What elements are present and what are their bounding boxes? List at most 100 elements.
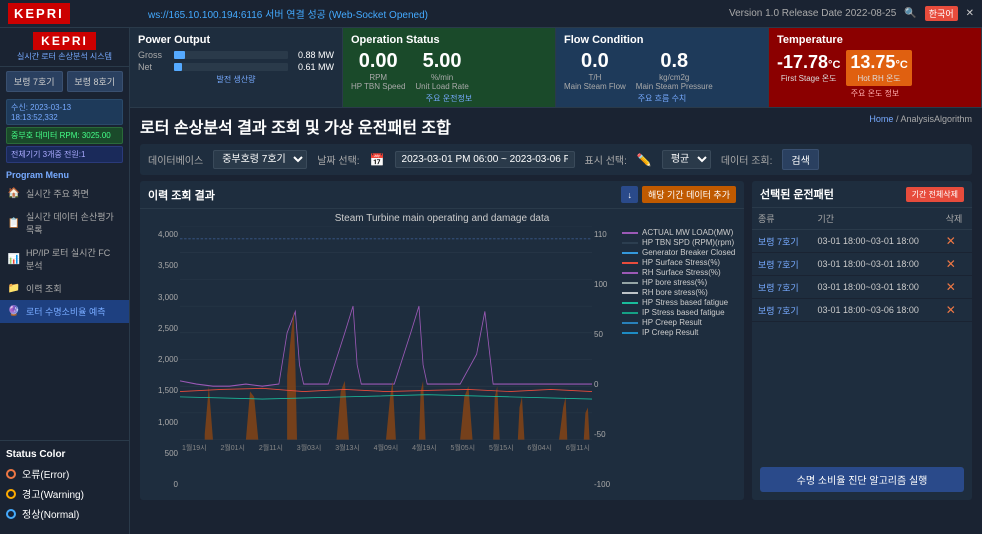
sidebar-logo: KEPRI <box>41 34 88 48</box>
normal-dot <box>6 509 16 519</box>
breadcrumb-home[interactable]: Home <box>869 114 893 124</box>
gross-bar <box>174 51 185 59</box>
device-count-badge[interactable]: 전체기기 3개중 전원:1 <box>6 146 123 163</box>
warning-label: 경고(Warning) <box>22 486 84 501</box>
search-button[interactable]: 검색 <box>782 149 818 170</box>
kepri-logo: KEPRI <box>14 6 64 21</box>
metric-cards: Power Output Gross 0.88 MW Net 0.61 MW 발… <box>130 28 982 108</box>
sidebar-menu-item-2[interactable]: 📊 HP/IP 로터 실시간 FC 분석 <box>0 241 129 277</box>
rpm-value: 0.00 <box>351 50 405 73</box>
flow-link[interactable]: 주요 흐름 수치 <box>564 93 760 104</box>
right-panel-header: 선택된 운전패턴 기간 전체삭제 <box>752 181 972 208</box>
delete-btn-0[interactable]: ✕ <box>946 234 956 248</box>
menu-label-2: HP/IP 로터 실시간 FC 분석 <box>26 246 121 272</box>
page-title: 로터 손상분석 결과 조회 및 가상 운전패턴 조합 <box>140 114 451 138</box>
top-bar: KEPRI ws://165.10.100.194:6116 서버 연결 성공 … <box>0 0 982 28</box>
sidebar-system-title: 실시간 로터 손상분석 시스템 <box>0 52 129 62</box>
period-delete-btn[interactable]: 기간 전체삭제 <box>906 187 964 202</box>
net-val: 0.61 MW <box>294 62 334 72</box>
menu-icon-3: 📁 <box>8 283 20 295</box>
legend-item: HP Surface Stress(%) <box>622 258 738 267</box>
lang-badge[interactable]: 한국어 <box>925 6 958 21</box>
row-type-2: 보령 7호기 <box>752 276 812 299</box>
legend-item: RH bore stress(%) <box>622 288 738 297</box>
sidebar-menu-item-4[interactable]: 🔮로터 수명소비율 예측 <box>0 300 129 323</box>
right-panel: 선택된 운전패턴 기간 전체삭제 종류 기간 삭제 <box>752 181 972 500</box>
search-icon[interactable]: 🔍 <box>904 8 916 19</box>
legend-item: IP Stress based fatigue <box>622 308 738 317</box>
row-type-3: 보령 7호기 <box>752 299 812 322</box>
operation-link[interactable]: 주요 운전정보 <box>351 93 547 104</box>
right-panel-title: 선택된 운전패턴 <box>760 186 834 202</box>
y-axis-right: 110100500-50-100 <box>592 226 620 493</box>
download-btn[interactable]: ↓ <box>621 186 638 203</box>
delete-btn-1[interactable]: ✕ <box>946 257 956 271</box>
report7-btn[interactable]: 보령 7호기 <box>6 71 63 92</box>
rpm-badge[interactable]: 중부호 대미터 RPM: 3025.00 <box>6 127 123 144</box>
normal-label: 정상(Normal) <box>22 506 79 521</box>
net-label: Net <box>138 62 168 72</box>
db-label: 데이터베이스 <box>148 152 203 167</box>
col-period-header: 기간 <box>812 208 940 230</box>
display-select[interactable]: 평균 <box>662 150 711 169</box>
db-select[interactable]: 중부호령 7호기 <box>213 150 307 169</box>
row-delete-2: ✕ <box>940 276 972 299</box>
add-data-btn[interactable]: 해당 기간 데이터 추가 <box>642 186 736 203</box>
close-icon[interactable]: ✕ <box>966 8 974 19</box>
row-delete-3: ✕ <box>940 299 972 322</box>
calendar-icon: 📅 <box>370 153 385 167</box>
display-label: 표시 선택: <box>585 152 627 167</box>
warning-dot <box>6 489 16 499</box>
chart-legend: ACTUAL MW LOAD(MW) HP TBN SPD (RPM)(rpm)… <box>620 226 740 493</box>
report8-btn[interactable]: 보령 8호기 <box>67 71 124 92</box>
first-temp-value: -17.78°C <box>777 52 840 73</box>
menu-label-1: 실시간 데이터 손산평가 목록 <box>26 210 121 236</box>
delete-btn-3[interactable]: ✕ <box>946 303 956 317</box>
sidebar: KEPRI 실시간 로터 손상분석 시스템 보령 7호기 보령 8호기 수신: … <box>0 28 130 534</box>
steam-value: 0.0 <box>564 50 626 73</box>
menu-items: 🏠실시간 주요 화면📋실시간 데이터 손산평가 목록 📊 HP/IP 로터 실시간 … <box>0 182 129 323</box>
legend-item: IP Creep Result <box>622 328 738 337</box>
legend-item: RH Surface Stress(%) <box>622 268 738 277</box>
delete-btn-2[interactable]: ✕ <box>946 280 956 294</box>
version-text: Version 1.0 Release Date 2022-08-25 <box>729 8 896 19</box>
main-panels: 이력 조회 결과 ↓ 해당 기간 데이터 추가 Steam Turbine ma… <box>140 181 972 500</box>
page-header: 로터 손상분석 결과 조회 및 가상 운전패턴 조합 Home / Analys… <box>140 114 972 138</box>
chart-svg-container: 1월19시2월01시2월11시3월03시3월13시4월09시4월19시5월05시… <box>180 226 592 493</box>
legend-item: HP TBN SPD (RPM)(rpm) <box>622 238 738 247</box>
load-label: Unit Load Rate <box>415 82 468 91</box>
temp-link[interactable]: 주요 온도 정보 <box>777 88 973 99</box>
row-delete-1: ✕ <box>940 253 972 276</box>
row-period-0: 03-01 18:00~03-01 18:00 <box>812 230 940 253</box>
date-input[interactable] <box>395 151 575 168</box>
receive-time-badge[interactable]: 수신: 2023-03-13 18:13:52,332 <box>6 99 123 125</box>
flow-card: Flow Condition 0.0 T/H Main Steam Flow 0… <box>556 28 769 107</box>
sidebar-menu-item-3[interactable]: 📁이력 조회 <box>0 277 129 300</box>
sidebar-menu-item-0[interactable]: 🏠실시간 주요 화면 <box>0 182 129 205</box>
load-value: 5.00 <box>415 50 468 73</box>
rpm-label: HP TBN Speed <box>351 82 405 91</box>
logo-area: KEPRI <box>8 3 138 24</box>
data-view-label: 데이터 조회: <box>721 152 773 167</box>
operation-card: Operation Status 0.00 RPM HP TBN Speed 5… <box>343 28 556 107</box>
table-row: 보령 7호기 03-01 18:00~03-01 18:00 ✕ <box>752 230 972 253</box>
right-table-container: 종류 기간 삭제 보령 7호기 03-01 18:00~03-01 18:00 … <box>752 208 972 459</box>
steam-unit: T/H <box>564 73 626 82</box>
row-period-2: 03-01 18:00~03-01 18:00 <box>812 276 940 299</box>
hot-temp-value: 13.75°C <box>850 52 907 73</box>
hot-temp-label: Hot RH 온도 <box>850 73 907 84</box>
breadcrumb: Home / AnalysisAlgorithm <box>869 114 972 124</box>
row-period-1: 03-01 18:00~03-01 18:00 <box>812 253 940 276</box>
top-right-info: Version 1.0 Release Date 2022-08-25 🔍 한국… <box>729 6 974 21</box>
gross-row: Gross 0.88 MW <box>138 50 334 60</box>
col-type-header: 종류 <box>752 208 812 230</box>
sidebar-menu-item-1[interactable]: 📋실시간 데이터 손산평가 목록 <box>0 205 129 241</box>
run-algorithm-btn[interactable]: 수명 소비율 진단 알고리즘 실행 <box>760 467 964 492</box>
first-temp-label: First Stage 온도 <box>777 73 840 84</box>
main-content: Power Output Gross 0.88 MW Net 0.61 MW 발… <box>130 28 982 534</box>
row-delete-0: ✕ <box>940 230 972 253</box>
menu-icon-2: 📊 <box>8 253 20 265</box>
main-chart-svg <box>180 226 592 440</box>
power-link[interactable]: 발전 생산량 <box>138 74 334 85</box>
gross-val: 0.88 MW <box>294 50 334 60</box>
